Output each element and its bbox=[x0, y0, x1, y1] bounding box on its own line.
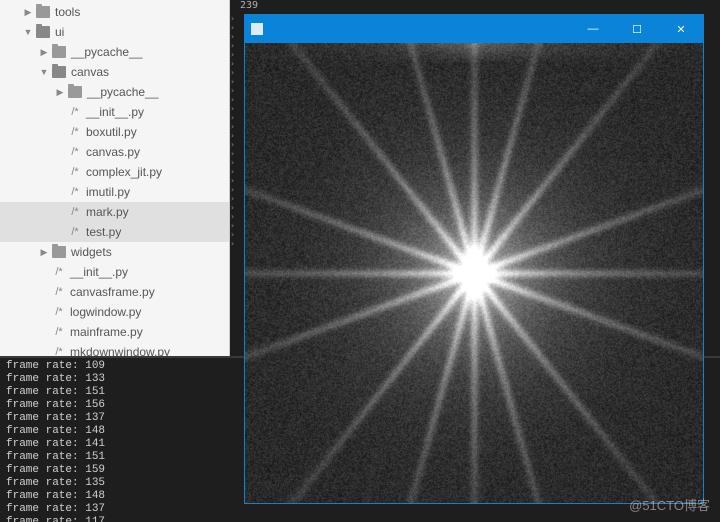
file-item--init-py[interactable]: ▶/*__init__.py bbox=[0, 102, 229, 122]
file-icon: /* bbox=[68, 226, 82, 238]
file-item-canvasframe-py[interactable]: ▶/*canvasframe.py bbox=[0, 282, 229, 302]
app-icon bbox=[251, 23, 263, 35]
file-item-mainframe-py[interactable]: ▶/*mainframe.py bbox=[0, 322, 229, 342]
close-button[interactable]: ✕ bbox=[659, 15, 703, 43]
folder-item-canvas[interactable]: ▼ canvas bbox=[0, 62, 229, 82]
folder-item-tools[interactable]: ▶ tools bbox=[0, 2, 229, 22]
file-icon: /* bbox=[68, 166, 82, 178]
image-content bbox=[245, 43, 703, 503]
tree-item-label: widgets bbox=[71, 245, 112, 259]
tree-item-label: test.py bbox=[86, 225, 121, 239]
folder-icon bbox=[68, 86, 82, 98]
tree-item-label: logwindow.py bbox=[70, 305, 141, 319]
root: { "tree": [ { "depth": 1, "kind": "folde… bbox=[0, 0, 720, 522]
file-icon: /* bbox=[52, 346, 66, 356]
editor-pane: 239 › › › › › › › › › › › › › › › › › › … bbox=[230, 0, 720, 356]
image-window[interactable]: — ☐ ✕ bbox=[244, 14, 704, 504]
folder-item--pycache-[interactable]: ▶ __pycache__ bbox=[0, 42, 229, 62]
tree-item-label: __init__.py bbox=[86, 105, 144, 119]
tree-item-label: mainframe.py bbox=[70, 325, 143, 339]
tree-item-label: __init__.py bbox=[70, 265, 128, 279]
file-item-imutil-py[interactable]: ▶/*imutil.py bbox=[0, 182, 229, 202]
fft-spectrum-image bbox=[245, 43, 703, 503]
tree-item-label: tools bbox=[55, 5, 80, 19]
tree-item-label: boxutil.py bbox=[86, 125, 137, 139]
tree-item-label: canvas bbox=[71, 65, 109, 79]
file-tree: ▶ tools ▼ ui ▶ __pycache__ ▼ canvas ▶ __pycache__… bbox=[0, 0, 229, 356]
chevron-right-icon[interactable]: ▶ bbox=[22, 6, 34, 18]
file-item-test-py[interactable]: ▶/*test.py bbox=[0, 222, 229, 242]
tree-item-label: __pycache__ bbox=[87, 85, 158, 99]
tree-item-label: __pycache__ bbox=[71, 45, 142, 59]
tree-item-label: imutil.py bbox=[86, 185, 130, 199]
tree-item-label: canvas.py bbox=[86, 145, 140, 159]
file-icon: /* bbox=[52, 326, 66, 338]
file-item-mark-py[interactable]: ▶/*mark.py bbox=[0, 202, 229, 222]
terminal-line: frame rate: 137 bbox=[6, 503, 714, 516]
file-icon: /* bbox=[68, 206, 82, 218]
file-item-canvas-py[interactable]: ▶/*canvas.py bbox=[0, 142, 229, 162]
ruler-ticks: › › › › › › › › › › › › › › › › › › › › … bbox=[230, 14, 244, 248]
ruler-number: 239 bbox=[240, 0, 258, 11]
tree-item-label: ui bbox=[55, 25, 64, 39]
tree-item-label: complex_jit.py bbox=[86, 165, 162, 179]
file-item-mkdownwindow-py[interactable]: ▶/*mkdownwindow.py bbox=[0, 342, 229, 356]
file-icon: /* bbox=[52, 306, 66, 318]
file-icon: /* bbox=[52, 286, 66, 298]
file-icon: /* bbox=[52, 266, 66, 278]
file-explorer-sidebar[interactable]: ▶ tools ▼ ui ▶ __pycache__ ▼ canvas ▶ __pycache__… bbox=[0, 0, 230, 356]
folder-icon bbox=[52, 66, 66, 78]
window-titlebar[interactable]: — ☐ ✕ bbox=[245, 15, 703, 43]
tree-item-label: canvasframe.py bbox=[70, 285, 155, 299]
watermark-text: @51CTO博客 bbox=[629, 495, 710, 514]
terminal-line: frame rate: 117 bbox=[6, 516, 714, 522]
file-icon: /* bbox=[68, 146, 82, 158]
tree-item-label: mark.py bbox=[86, 205, 129, 219]
folder-item--pycache-[interactable]: ▶ __pycache__ bbox=[0, 82, 229, 102]
chevron-right-icon[interactable]: ▶ bbox=[38, 246, 50, 258]
folder-icon bbox=[52, 46, 66, 58]
folder-item-widgets[interactable]: ▶ widgets bbox=[0, 242, 229, 262]
chevron-down-icon[interactable]: ▼ bbox=[38, 66, 50, 78]
file-item--init-py[interactable]: ▶/*__init__.py bbox=[0, 262, 229, 282]
maximize-button[interactable]: ☐ bbox=[615, 15, 659, 43]
file-item-boxutil-py[interactable]: ▶/*boxutil.py bbox=[0, 122, 229, 142]
file-icon: /* bbox=[68, 106, 82, 118]
folder-icon bbox=[36, 26, 50, 38]
file-item-logwindow-py[interactable]: ▶/*logwindow.py bbox=[0, 302, 229, 322]
file-icon: /* bbox=[68, 186, 82, 198]
folder-icon bbox=[36, 6, 50, 18]
file-item-complex-jit-py[interactable]: ▶/*complex_jit.py bbox=[0, 162, 229, 182]
file-icon: /* bbox=[68, 126, 82, 138]
chevron-down-icon[interactable]: ▼ bbox=[22, 26, 34, 38]
folder-icon bbox=[52, 246, 66, 258]
chevron-right-icon[interactable]: ▶ bbox=[38, 46, 50, 58]
tree-item-label: mkdownwindow.py bbox=[70, 345, 170, 356]
folder-item-ui[interactable]: ▼ ui bbox=[0, 22, 229, 42]
chevron-right-icon[interactable]: ▶ bbox=[54, 86, 66, 98]
minimize-button[interactable]: — bbox=[571, 15, 615, 43]
